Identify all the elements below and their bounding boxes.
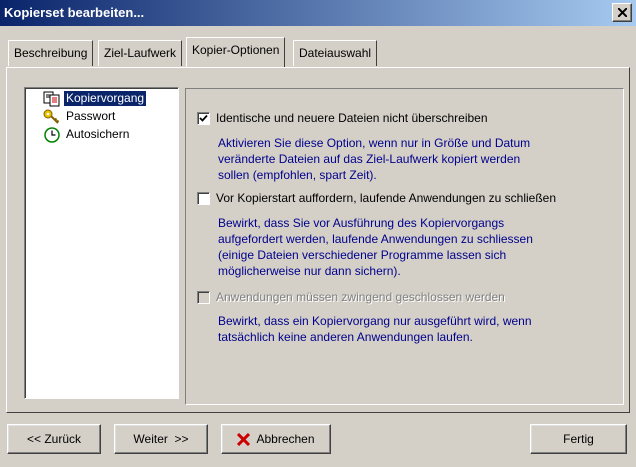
- option-no-overwrite[interactable]: Identische und neuere Dateien nicht über…: [197, 111, 488, 125]
- button-label: Weiter >>: [133, 432, 189, 446]
- tab-label: Kopier-Optionen: [192, 43, 280, 57]
- option-description: Bewirkt, dass Sie vor Ausführung des Kop…: [218, 216, 533, 278]
- option-label: Anwendungen müssen zwingend geschlossen …: [216, 290, 505, 304]
- tab-beschreibung[interactable]: Beschreibung: [8, 40, 94, 66]
- options-panel: Identische und neuere Dateien nicht über…: [185, 88, 624, 405]
- back-button[interactable]: << Zurück: [7, 424, 101, 454]
- document-copy-icon: [43, 91, 61, 107]
- close-apps-prompt-checkbox[interactable]: [197, 191, 210, 205]
- checkmark-icon: [199, 114, 208, 122]
- tab-label: Dateiauswahl: [299, 46, 372, 60]
- finish-button[interactable]: Fertig: [530, 424, 627, 454]
- tree-item-label: Kopiervorgang: [64, 91, 147, 106]
- cancel-icon: [237, 432, 251, 446]
- option-label: Identische und neuere Dateien nicht über…: [216, 111, 488, 125]
- close-button[interactable]: [612, 3, 632, 22]
- button-label: Fertig: [563, 432, 594, 446]
- close-icon: [618, 8, 627, 17]
- window-title: Kopierset bearbeiten...: [4, 5, 145, 20]
- title-bar[interactable]: Kopierset bearbeiten...: [0, 0, 636, 26]
- button-label: << Zurück: [26, 432, 82, 446]
- tab-kopier-optionen[interactable]: Kopier-Optionen: [186, 37, 286, 67]
- next-button[interactable]: Weiter >>: [114, 424, 208, 454]
- option-force-close-apps: Anwendungen müssen zwingend geschlossen …: [197, 290, 505, 304]
- force-close-apps-checkbox: [197, 290, 210, 304]
- tree-item-label: Autosichern: [66, 127, 130, 141]
- tree-item-kopiervorgang[interactable]: Kopiervorgang: [43, 90, 147, 107]
- options-tree[interactable]: Kopiervorgang Passwort Autosichern: [24, 87, 179, 399]
- cancel-button[interactable]: Abbrechen: [221, 424, 331, 454]
- tab-dateiauswahl[interactable]: Dateiauswahl: [293, 40, 378, 66]
- tree-item-label: Passwort: [66, 109, 116, 123]
- button-label: Abbrechen: [256, 432, 315, 446]
- no-overwrite-checkbox[interactable]: [197, 111, 210, 125]
- key-icon: [43, 109, 61, 125]
- tab-label: Ziel-Laufwerk: [104, 46, 177, 60]
- tab-ziel-laufwerk[interactable]: Ziel-Laufwerk: [98, 40, 183, 66]
- option-description: Aktivieren Sie diese Option, wenn nur in…: [218, 136, 531, 182]
- tab-label: Beschreibung: [14, 46, 88, 60]
- tree-item-passwort[interactable]: Passwort: [43, 108, 117, 125]
- tree-item-autosichern[interactable]: Autosichern: [43, 126, 131, 143]
- clock-icon: [43, 126, 61, 143]
- option-label: Vor Kopierstart auffordern, laufende Anw…: [216, 191, 557, 205]
- option-description: Bewirkt, dass ein Kopiervorgang nur ausg…: [218, 314, 532, 344]
- option-close-apps-prompt[interactable]: Vor Kopierstart auffordern, laufende Anw…: [197, 191, 556, 205]
